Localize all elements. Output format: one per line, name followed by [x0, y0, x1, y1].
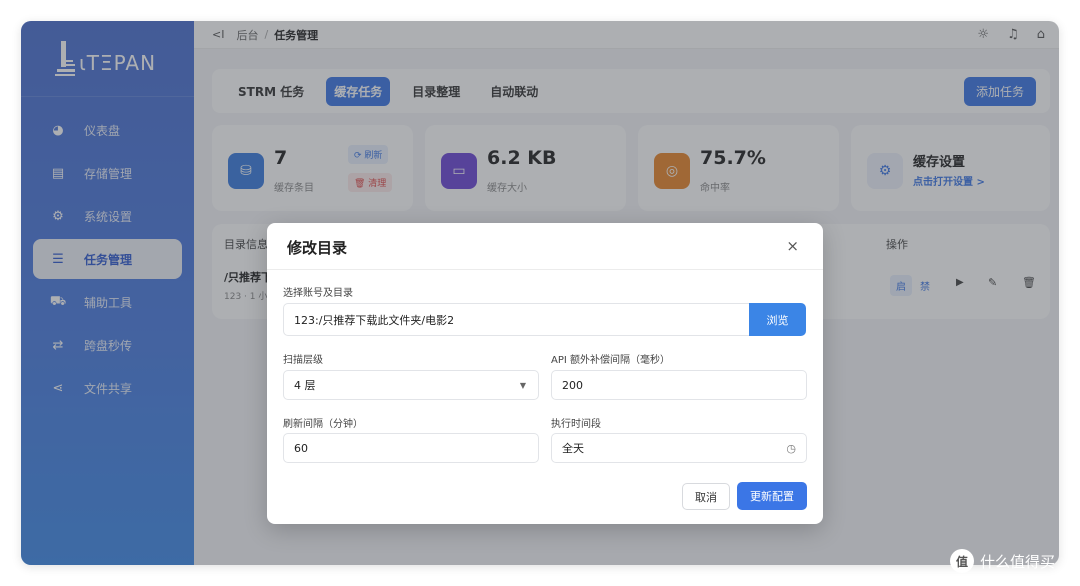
- scan-depth-value: 4 层: [294, 379, 316, 392]
- dialog-title: 修改目录: [287, 239, 348, 257]
- dialog-divider: [267, 269, 823, 270]
- update-config-button[interactable]: 更新配置: [737, 482, 807, 510]
- scan-depth-label: 扫描层级: [283, 355, 323, 366]
- refresh-interval-label: 刷新间隔（分钟）: [283, 419, 363, 430]
- watermark-logo-icon: 值: [950, 549, 974, 573]
- refresh-interval-input[interactable]: 60: [283, 433, 539, 463]
- account-dir-label: 选择账号及目录: [283, 288, 353, 299]
- chevron-down-icon: ▼: [519, 380, 526, 390]
- scan-depth-select[interactable]: 4 层 ▼: [283, 370, 539, 400]
- watermark: 值 什么值得买: [950, 549, 1055, 573]
- close-icon[interactable]: ×: [786, 237, 799, 255]
- clock-icon: ◷: [786, 441, 796, 455]
- api-interval-input[interactable]: 200: [551, 370, 807, 400]
- exec-period-picker[interactable]: 全天 ◷: [551, 433, 807, 463]
- account-dir-input[interactable]: 123:/只推荐下载此文件夹/电影2: [283, 303, 750, 336]
- exec-period-value: 全天: [562, 442, 584, 455]
- browse-button[interactable]: 浏览: [749, 303, 806, 336]
- api-interval-label: API 额外补偿间隔（毫秒）: [551, 355, 670, 366]
- watermark-text: 什么值得买: [980, 552, 1056, 571]
- edit-directory-dialog: 修改目录 × 选择账号及目录 123:/只推荐下载此文件夹/电影2 浏览 扫描层…: [267, 223, 823, 524]
- exec-period-label: 执行时间段: [551, 419, 601, 430]
- cancel-button[interactable]: 取消: [682, 483, 730, 510]
